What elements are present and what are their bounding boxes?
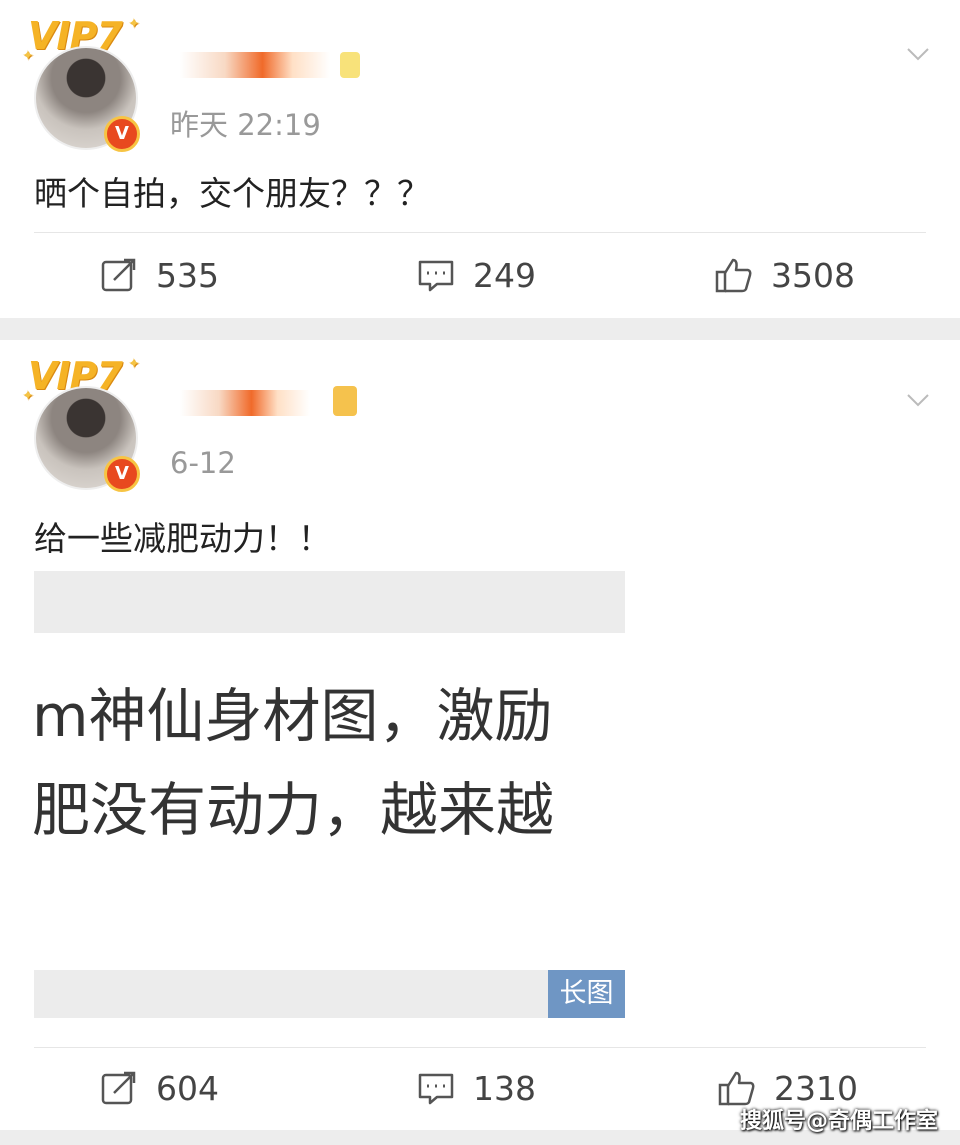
action-bar: 535 249 3508 xyxy=(0,245,960,305)
repost-icon xyxy=(101,1071,136,1105)
post-card[interactable]: VIP7 ✦ ✦ V 昨天 22:19 晒个自拍，交个朋友？？？ 535 249… xyxy=(0,0,960,318)
divider xyxy=(34,232,926,233)
image-text-line: 肥没有动力，越来越 xyxy=(32,776,555,844)
username-blurred[interactable] xyxy=(180,390,310,416)
repost-count: 604 xyxy=(156,1068,219,1108)
comment-count: 138 xyxy=(473,1068,536,1108)
comment-button[interactable]: 249 xyxy=(417,245,536,305)
member-badge xyxy=(340,52,360,78)
divider xyxy=(34,1047,926,1048)
watermark: 搜狐号@奇偶工作室 xyxy=(739,1109,938,1134)
post-time: 6-12 xyxy=(170,446,236,480)
repost-button[interactable]: 535 xyxy=(100,245,219,305)
member-badge xyxy=(333,386,357,416)
long-image[interactable]: m神仙身材图，激励 肥没有动力，越来越 长图 xyxy=(32,571,625,1018)
avatar-group[interactable]: VIP7 ✦ ✦ V xyxy=(22,354,154,492)
comment-icon xyxy=(418,260,454,292)
comment-count: 249 xyxy=(473,255,536,295)
chevron-down-icon[interactable] xyxy=(906,388,930,412)
comment-icon xyxy=(418,1073,454,1105)
like-button[interactable]: 3508 xyxy=(715,245,855,305)
repost-button[interactable]: 604 xyxy=(100,1058,219,1118)
like-count: 3508 xyxy=(771,255,855,295)
post-card[interactable]: VIP7 ✦ ✦ V 6-12 给一些减肥动力！！ m神仙身材图，激励 肥没有动… xyxy=(0,340,960,1130)
repost-count: 535 xyxy=(156,255,219,295)
repost-icon xyxy=(101,258,136,292)
avatar-group[interactable]: VIP7 ✦ ✦ V xyxy=(22,14,154,152)
chevron-down-icon[interactable] xyxy=(906,42,930,66)
feed-separator xyxy=(0,318,960,340)
comment-button[interactable]: 138 xyxy=(417,1058,536,1118)
like-icon xyxy=(715,258,752,293)
post-text: 晒个自拍，交个朋友？？？ xyxy=(34,174,430,213)
image-footer-bar xyxy=(34,970,625,1018)
post-text: 给一些减肥动力！！ xyxy=(34,519,331,558)
image-text-line: m神仙身材图，激励 xyxy=(32,682,553,750)
long-image-tag: 长图 xyxy=(548,970,625,1018)
post-time: 昨天 22:19 xyxy=(170,108,321,142)
like-icon xyxy=(718,1071,755,1106)
image-header-bar xyxy=(34,571,625,633)
like-count: 2310 xyxy=(774,1068,858,1108)
username-blurred[interactable] xyxy=(180,52,330,78)
verified-icon: V xyxy=(104,456,140,492)
verified-icon: V xyxy=(104,116,140,152)
